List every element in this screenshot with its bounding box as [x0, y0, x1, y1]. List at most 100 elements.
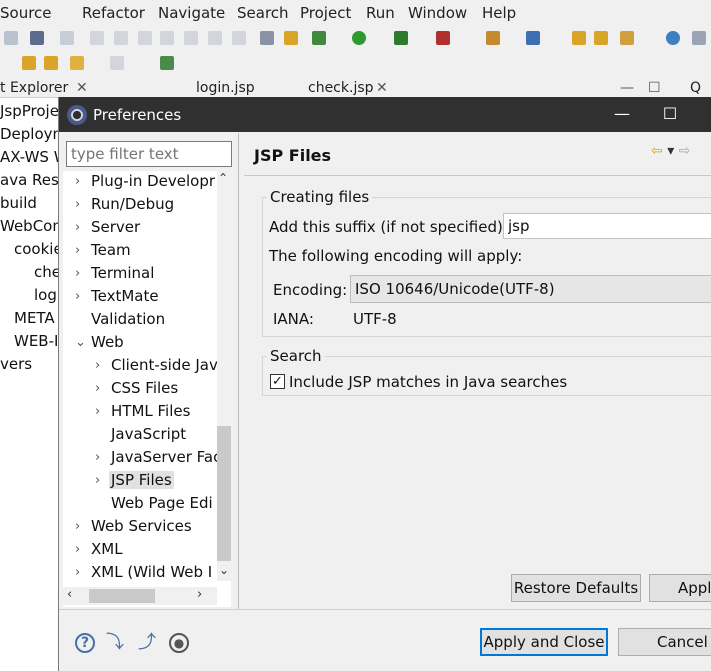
chevron-right-icon[interactable]: › — [95, 378, 107, 400]
resume-icon[interactable] — [90, 31, 104, 45]
apply-and-close-button[interactable]: Apply and Close — [480, 628, 608, 656]
horizontal-scrollbar[interactable]: ‹ › — [63, 587, 217, 605]
maximize-icon[interactable]: ☐ — [648, 80, 661, 98]
profile-icon[interactable] — [692, 31, 706, 45]
chevron-right-icon[interactable]: › — [95, 401, 107, 423]
suffix-field[interactable] — [503, 213, 711, 239]
last-edit-icon[interactable] — [22, 56, 36, 70]
run-icon[interactable] — [352, 31, 366, 45]
terminate-icon[interactable] — [138, 31, 152, 45]
menu-search[interactable]: Search — [237, 4, 289, 22]
page-title: JSP Files — [254, 146, 332, 165]
suspend-icon[interactable] — [114, 31, 128, 45]
restore-defaults-button[interactable]: Restore Defaults — [511, 574, 641, 602]
step-into-icon[interactable] — [184, 31, 198, 45]
chevron-right-icon[interactable]: › — [75, 240, 87, 262]
next-annotation-icon[interactable] — [44, 56, 58, 70]
filter-input[interactable] — [66, 141, 232, 167]
chevron-right-icon[interactable]: › — [197, 587, 202, 602]
new-class-icon[interactable] — [526, 31, 540, 45]
chevron-right-icon[interactable]: › — [75, 516, 87, 538]
chevron-down-icon[interactable]: ▾ — [667, 143, 674, 159]
external-tools-icon[interactable] — [436, 31, 450, 45]
vertical-scrollbar[interactable]: ⌃ ⌄ — [217, 171, 231, 581]
scroll-thumb[interactable] — [217, 426, 231, 561]
coverage-icon[interactable] — [394, 31, 408, 45]
include-jsp-label[interactable]: Include JSP matches in Java searches — [289, 373, 567, 391]
tab-project-explorer[interactable]: t Explorer — [0, 80, 68, 98]
divider[interactable] — [238, 133, 239, 609]
list-item[interactable]: Deploym — [0, 125, 58, 143]
back-icon[interactable] — [70, 56, 84, 70]
close-icon[interactable]: ✕ — [76, 80, 88, 98]
step-return-icon[interactable] — [232, 31, 246, 45]
save-all-icon[interactable] — [4, 31, 18, 45]
export-icon[interactable]: ⤴ — [137, 633, 157, 653]
chevron-right-icon[interactable]: › — [75, 217, 87, 239]
dialog-titlebar[interactable]: Preferences — ☐ — [59, 97, 711, 132]
cancel-button[interactable]: Cancel — [618, 628, 711, 656]
minimize-icon[interactable]: — — [620, 80, 634, 98]
search-icon[interactable] — [620, 31, 634, 45]
chevron-right-icon[interactable]: › — [75, 263, 87, 285]
menu-refactor[interactable]: Refactor — [82, 4, 145, 22]
close-icon[interactable]: ✕ — [376, 80, 388, 98]
include-jsp-checkbox[interactable]: ✓ — [270, 374, 285, 389]
globe-icon[interactable] — [666, 31, 680, 45]
outline-icon[interactable] — [260, 31, 274, 45]
chevron-right-icon[interactable]: › — [95, 470, 107, 492]
encoding-select[interactable]: ISO 10646/Unicode(UTF-8) — [350, 275, 711, 303]
record-icon[interactable]: ● — [169, 633, 189, 653]
tab-login-jsp[interactable]: login.jsp — [178, 80, 255, 98]
open-type-icon[interactable] — [572, 31, 586, 45]
list-item[interactable]: vers — [0, 355, 32, 373]
tab-check-jsp[interactable]: check.jsp — [290, 80, 374, 98]
tab-right-view[interactable]: Q — [690, 80, 701, 98]
import-icon[interactable]: ⤵ — [105, 633, 125, 653]
apply-button[interactable]: Appl — [649, 574, 711, 602]
step-over-icon[interactable] — [208, 31, 222, 45]
menu-help[interactable]: Help — [482, 4, 516, 22]
chevron-right-icon[interactable]: › — [95, 447, 107, 469]
menu-window[interactable]: Window — [408, 4, 467, 22]
list-item[interactable]: log — [34, 286, 57, 304]
skip-breakpoints-icon[interactable] — [60, 31, 74, 45]
disconnect-icon[interactable] — [160, 31, 174, 45]
new-server-icon[interactable] — [486, 31, 500, 45]
chevron-right-icon[interactable]: › — [95, 355, 107, 377]
list-item[interactable]: META — [14, 309, 55, 327]
menu-run[interactable]: Run — [366, 4, 395, 22]
menu-source[interactable]: Source — [0, 4, 52, 22]
back-icon[interactable]: ⇦ — [651, 143, 663, 159]
scroll-thumb[interactable] — [89, 589, 155, 603]
list-item[interactable]: JspProje — [0, 102, 58, 120]
monitor-icon[interactable] — [30, 31, 44, 45]
list-item[interactable]: AX-WS W — [0, 148, 58, 166]
pin-editor-icon[interactable] — [160, 56, 174, 70]
help-icon[interactable]: ? — [75, 633, 95, 653]
list-item[interactable]: build — [0, 194, 37, 212]
list-item[interactable]: che — [34, 263, 58, 281]
forward-icon[interactable]: ⇨ — [679, 143, 691, 159]
chevron-right-icon[interactable]: › — [75, 171, 87, 193]
menu-navigate[interactable]: Navigate — [158, 4, 225, 22]
build-icon[interactable] — [284, 31, 298, 45]
open-task-icon[interactable] — [594, 31, 608, 45]
chevron-down-icon[interactable]: ⌄ — [75, 332, 87, 354]
chevron-up-icon[interactable]: ⌃ — [218, 171, 228, 185]
maximize-icon[interactable]: ☐ — [659, 103, 681, 125]
forward-icon[interactable] — [110, 56, 124, 70]
chevron-left-icon[interactable]: ‹ — [67, 587, 72, 602]
debug-icon[interactable] — [312, 31, 326, 45]
chevron-down-icon[interactable]: ⌄ — [219, 563, 229, 577]
chevron-right-icon[interactable]: › — [75, 539, 87, 561]
chevron-right-icon[interactable]: › — [75, 286, 87, 308]
menu-project[interactable]: Project — [300, 4, 351, 22]
minimize-icon[interactable]: — — [611, 103, 633, 125]
list-item[interactable]: cookie — [14, 240, 58, 258]
chevron-right-icon[interactable]: › — [75, 194, 87, 216]
list-item[interactable]: WebCon — [0, 217, 58, 235]
list-item[interactable]: WEB-I — [14, 332, 58, 350]
list-item[interactable]: ava Reso — [0, 171, 58, 189]
chevron-right-icon[interactable]: › — [75, 562, 87, 584]
